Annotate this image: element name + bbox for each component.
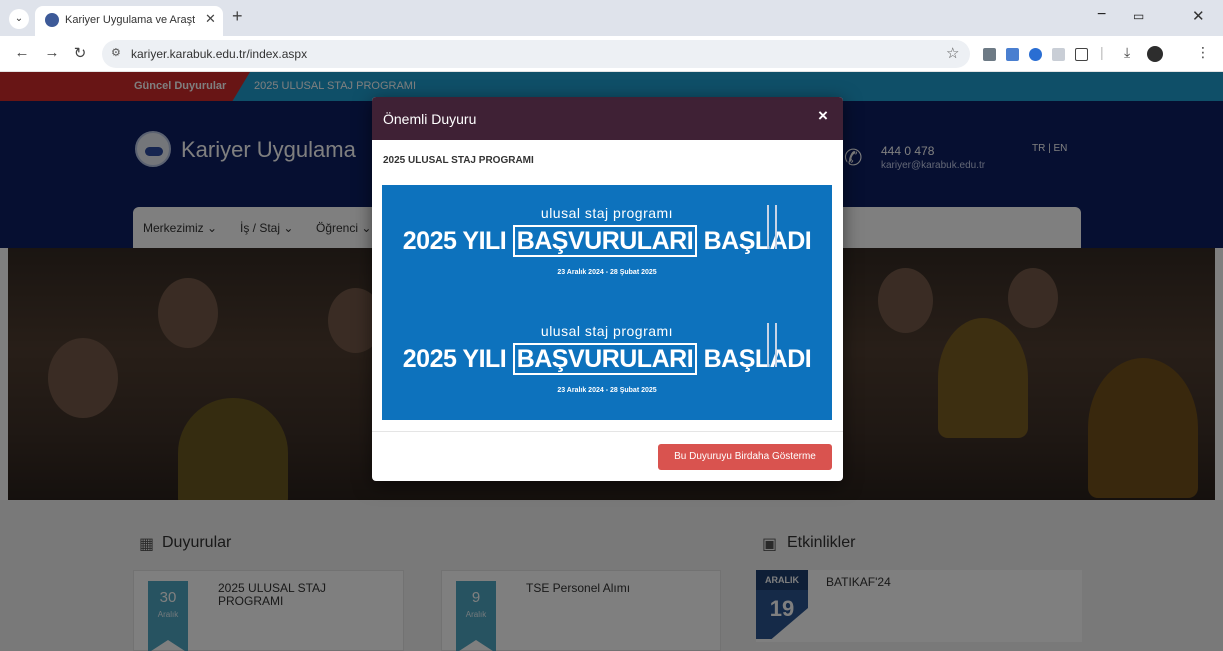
promo-headline-part: BAŞLADI [703, 345, 812, 373]
window-close-icon[interactable]: ✕ [1192, 7, 1205, 25]
download-icon[interactable]: ⤓ [1124, 44, 1130, 61]
site-info-icon[interactable]: ⚙ [111, 46, 121, 59]
promo-headline-boxed: BAŞVURULARI [512, 343, 698, 375]
tab-close-icon[interactable]: ✕ [205, 11, 216, 27]
profile-avatar-icon[interactable] [1147, 46, 1163, 62]
browser-tab[interactable]: Kariyer Uygulama ve Araştırma ✕ [35, 6, 223, 36]
promo-deco-icon [767, 323, 777, 367]
translate-extension-icon[interactable] [1006, 48, 1019, 61]
promo-headline-part: 2025 YILI [402, 345, 507, 373]
modal-header: Önemli Duyuru × [372, 97, 843, 140]
tab-title: Kariyer Uygulama ve Araştırma [65, 14, 195, 26]
browser-tab-strip: ⌄ Kariyer Uygulama ve Araştırma ✕ + − ▭ … [0, 0, 1223, 36]
url-text[interactable]: kariyer.karabuk.edu.tr/index.aspx [131, 47, 307, 61]
announcement-modal: Önemli Duyuru × 2025 ULUSAL STAJ PROGRAM… [372, 97, 843, 481]
promo-headline-part: 2025 YILI [402, 227, 507, 255]
tab-search-icon[interactable]: ⌄ [9, 9, 29, 29]
promo-headline-part: BAŞLADI [703, 227, 812, 255]
back-arrow-icon[interactable]: ← [12, 44, 32, 61]
window-minimize-icon[interactable]: − [1097, 6, 1106, 24]
site-favicon-icon [45, 13, 59, 27]
forward-arrow-icon[interactable]: → [42, 44, 62, 61]
modal-title: Önemli Duyuru [383, 111, 477, 127]
promo-tagline: ulusal staj programı [540, 323, 674, 339]
browser-toolbar: ← → ↻ ⚙ kariyer.karabuk.edu.tr/index.asp… [0, 36, 1223, 72]
extension-icon[interactable] [983, 48, 996, 61]
promo-date-range: 23 Aralık 2024 - 28 Şubat 2025 [557, 387, 657, 394]
window-restore-icon[interactable]: ▭ [1133, 9, 1144, 23]
modal-close-icon[interactable]: × [818, 106, 828, 126]
new-tab-icon[interactable]: + [232, 6, 243, 27]
promo-headline: 2025 YILI BAŞVURULARI BAŞLADI [382, 343, 832, 375]
promo-headline-boxed: BAŞVURULARI [512, 225, 698, 257]
promo-block: ulusal staj programı 2025 YILI BAŞVURULA… [382, 303, 832, 420]
toolbar-separator: | [1100, 44, 1104, 60]
upload-extension-icon[interactable] [1029, 48, 1042, 61]
promo-date-range: 23 Aralık 2024 - 28 Şubat 2025 [557, 269, 657, 276]
browser-menu-icon[interactable]: ⋮ [1196, 44, 1210, 61]
promo-block: ulusal staj programı 2025 YILI BAŞVURULA… [382, 185, 832, 302]
promo-tagline: ulusal staj programı [540, 205, 674, 221]
address-bar[interactable]: ⚙ kariyer.karabuk.edu.tr/index.aspx ☆ [102, 40, 970, 68]
modal-subtitle: 2025 ULUSAL STAJ PROGRAMI [383, 155, 534, 166]
promo-banner-image[interactable]: ulusal staj programı 2025 YILI BAŞVURULA… [382, 185, 832, 420]
dont-show-again-button[interactable]: Bu Duyuruyu Birdaha Gösterme [658, 444, 832, 470]
extensions-puzzle-icon[interactable] [1075, 48, 1088, 61]
modal-footer-divider [372, 431, 843, 432]
bookmark-star-icon[interactable]: ☆ [946, 44, 959, 62]
promo-headline: 2025 YILI BAŞVURULARI BAŞLADI [382, 225, 832, 257]
reader-extension-icon[interactable] [1052, 48, 1065, 61]
reload-icon[interactable]: ↻ [70, 44, 90, 62]
promo-deco-icon [767, 205, 777, 249]
